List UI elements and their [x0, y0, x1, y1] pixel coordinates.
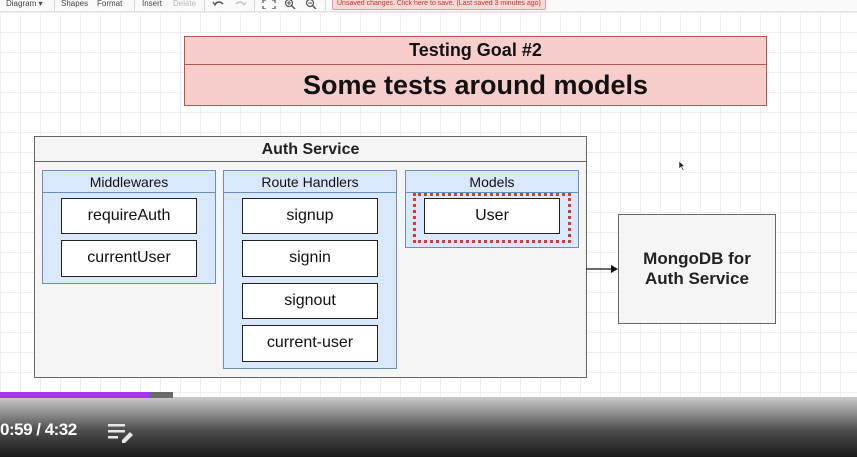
video-progress-fill [0, 392, 150, 398]
video-progress-bar[interactable] [0, 392, 173, 398]
user-model-highlight [413, 193, 571, 243]
diagram-menu[interactable]: Diagram ▾ [6, 0, 42, 8]
testing-goal-box[interactable]: Testing Goal #2 Some tests around models [184, 36, 767, 106]
goal-title: Testing Goal #2 [185, 37, 766, 65]
toolbar-divider [134, 0, 135, 11]
zoom-in-icon[interactable] [283, 0, 297, 10]
transcript-icon[interactable] [107, 421, 135, 443]
route-handler-signout[interactable]: signout [242, 283, 378, 319]
auth-service-title: Auth Service [35, 137, 586, 162]
video-timecode: 0:59 / 4:32 [0, 420, 77, 439]
toolbar-divider [204, 0, 205, 11]
toolbar-divider [54, 0, 55, 11]
group-title: Models [406, 171, 578, 193]
route-handler-signup[interactable]: signup [242, 198, 378, 234]
toolbar-divider [254, 0, 255, 11]
toolbar-divider [325, 0, 326, 11]
goal-subtitle: Some tests around models [302, 70, 649, 100]
group-title: Middlewares [43, 171, 215, 193]
diagram-menu-label: Diagram [6, 0, 37, 8]
editor-toolbar: Diagram ▾ Shapes Format Insert Delete Un… [0, 0, 857, 12]
middleware-item-require-auth[interactable]: requireAuth [61, 198, 197, 234]
undo-icon[interactable] [212, 0, 226, 10]
redo-icon[interactable] [233, 0, 247, 10]
delete-button[interactable]: Delete [173, 0, 196, 8]
route-handler-signin[interactable]: signin [242, 240, 378, 277]
mouse-pointer-icon [678, 160, 686, 172]
mongodb-label-line2: Auth Service [645, 269, 749, 288]
chevron-down-icon: ▾ [38, 0, 43, 8]
route-handler-current-user[interactable]: current-user [242, 325, 378, 362]
mongodb-box[interactable]: MongoDB for Auth Service [618, 214, 776, 324]
unsaved-changes-notice[interactable]: Unsaved changes. Click here to save. (La… [332, 0, 546, 10]
connector-arrow[interactable] [586, 262, 620, 276]
shapes-button[interactable]: Shapes [61, 0, 88, 8]
mongodb-label-line1: MongoDB for [643, 249, 751, 268]
insert-button[interactable]: Insert [142, 0, 162, 8]
zoom-out-icon[interactable] [304, 0, 318, 10]
middleware-item-current-user[interactable]: currentUser [61, 240, 197, 277]
format-button[interactable]: Format [97, 0, 122, 8]
group-title: Route Handlers [224, 171, 396, 193]
fit-page-icon[interactable] [262, 0, 276, 10]
